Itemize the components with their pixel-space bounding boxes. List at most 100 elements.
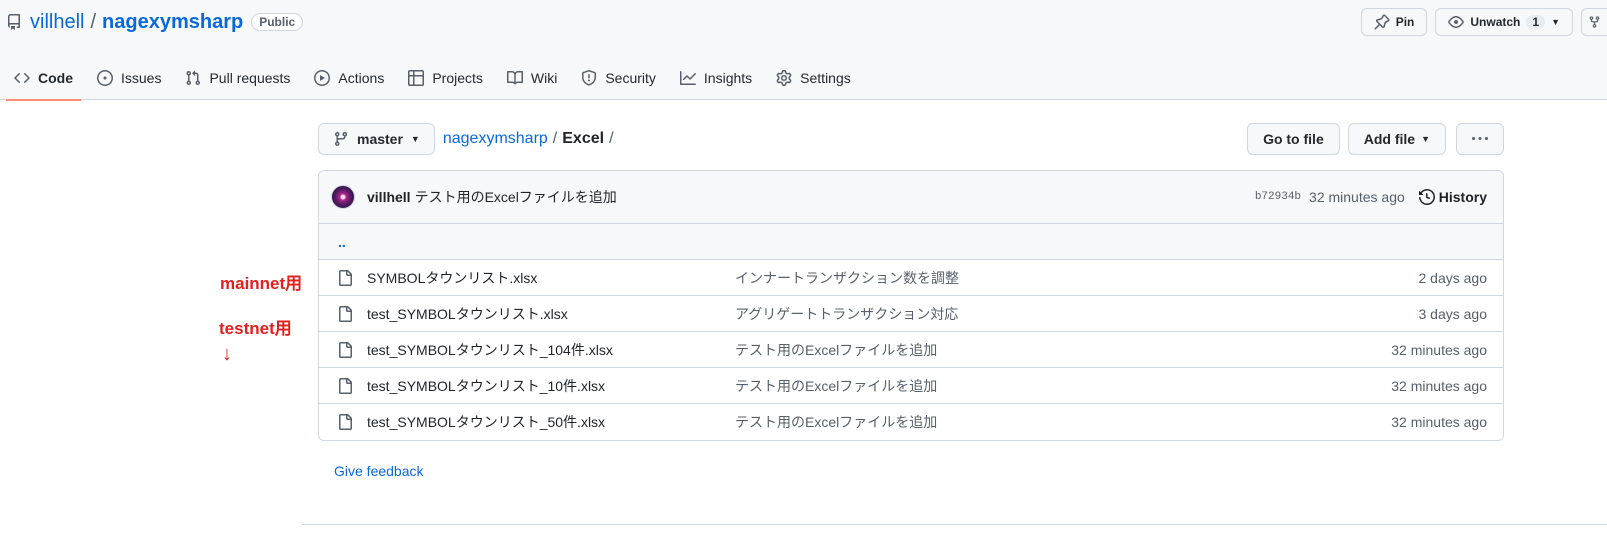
commit-meta: b72934b 32 minutes ago History xyxy=(1255,189,1487,205)
repo-owner-link[interactable]: villhell xyxy=(30,11,84,34)
code-icon xyxy=(14,72,30,84)
branch-name: master xyxy=(357,131,403,147)
commit-author[interactable]: villhell xyxy=(367,189,411,205)
testnet-annotation: testnet用 xyxy=(219,319,292,338)
tab-label: Actions xyxy=(338,70,385,86)
table-row: test_SYMBOLタウンリスト_10件.xlsx テスト用のExcelファイル… xyxy=(319,368,1503,404)
tab-label: Code xyxy=(38,70,73,86)
latest-commit: villhell テスト用のExcelファイルを追加 b72934b 32 mi… xyxy=(319,171,1503,224)
file-icon xyxy=(337,377,353,394)
breadcrumb-separator: / xyxy=(552,130,558,147)
tab-pull-requests[interactable]: Pull requests xyxy=(177,56,298,100)
tab-security[interactable]: Security xyxy=(573,56,664,100)
file-commit-date: 32 minutes ago xyxy=(1391,341,1487,358)
unwatch-label: Unwatch xyxy=(1470,15,1521,29)
down-arrow-annotation: ↓ xyxy=(222,343,232,365)
pin-label: Pin xyxy=(1395,15,1415,29)
file-commit-message-link[interactable]: インナートランザクション数を調整 xyxy=(735,268,959,288)
tab-label: Wiki xyxy=(530,70,558,86)
commit-message[interactable]: テスト用のExcelファイルを追加 xyxy=(415,187,617,207)
tab-code[interactable]: Code xyxy=(6,56,81,101)
file-actions: Go to file Add file ▼ xyxy=(1247,123,1504,155)
mainnet-annotation: mainnet用 xyxy=(220,274,303,293)
watch-counter: 1 xyxy=(1526,15,1546,29)
branch-select-button[interactable]: master ▼ xyxy=(318,123,435,155)
file-list: villhell テスト用のExcelファイルを追加 b72934b 32 mi… xyxy=(318,170,1504,441)
file-commit-message-link[interactable]: テスト用のExcelファイルを追加 xyxy=(735,412,937,432)
pin-button[interactable]: Pin xyxy=(1360,8,1428,36)
graph-icon xyxy=(679,71,696,85)
repo-title: villhell / nagexymsharp Public xyxy=(6,9,304,35)
header-actions: Pin Unwatch 1 ▼ xyxy=(1360,8,1607,36)
avatar[interactable] xyxy=(331,185,355,209)
branch-icon xyxy=(334,132,347,147)
pull-request-icon xyxy=(186,70,201,86)
file-commit-message-link[interactable]: テスト用のExcelファイルを追加 xyxy=(735,340,937,360)
table-row: test_SYMBOLタウンリスト_50件.xlsx テスト用のExcelファイル… xyxy=(319,404,1503,440)
commit-time: 32 minutes ago xyxy=(1309,189,1405,205)
file-icon xyxy=(337,305,353,322)
file-icon xyxy=(337,269,353,286)
tab-settings[interactable]: Settings xyxy=(768,56,859,100)
history-link[interactable]: History xyxy=(1418,189,1487,205)
file-name-link[interactable]: SYMBOLタウンリスト.xlsx xyxy=(367,268,735,288)
repo-slash: / xyxy=(90,10,97,33)
file-name-link[interactable]: test_SYMBOLタウンリスト_104件.xlsx xyxy=(367,340,735,360)
repo-name-link[interactable]: nagexymsharp xyxy=(102,11,243,34)
caret-down-icon: ▼ xyxy=(1551,17,1560,27)
issue-icon xyxy=(97,70,113,86)
go-to-file-button[interactable]: Go to file xyxy=(1247,123,1340,155)
breadcrumb-trailing-separator: / xyxy=(609,130,614,147)
tab-label: Settings xyxy=(800,70,851,86)
add-file-label: Add file xyxy=(1363,131,1416,147)
caret-down-icon: ▼ xyxy=(1421,134,1430,144)
parent-directory-link[interactable]: .. xyxy=(319,224,1503,260)
divider xyxy=(302,524,1607,525)
caret-down-icon: ▼ xyxy=(410,134,420,144)
file-icon xyxy=(337,341,353,358)
table-row: test_SYMBOLタウンリスト_104件.xlsx テスト用のExcelファイ… xyxy=(319,332,1503,368)
file-commit-date: 3 days ago xyxy=(1418,305,1488,322)
tab-wiki[interactable]: Wiki xyxy=(499,56,565,100)
repo-header: villhell / nagexymsharp Public Pin Unwat… xyxy=(0,0,1607,101)
file-commit-date: 32 minutes ago xyxy=(1391,377,1487,394)
file-name-link[interactable]: test_SYMBOLタウンリスト_10件.xlsx xyxy=(367,376,735,396)
file-icon xyxy=(337,414,353,430)
add-file-button[interactable]: Add file ▼ xyxy=(1347,123,1446,155)
breadcrumb: nagexymsharp / Excel / xyxy=(443,130,614,148)
breadcrumb-current: Excel xyxy=(562,130,605,147)
history-icon xyxy=(1418,189,1435,205)
file-commit-message-link[interactable]: アグリゲートトランザクション対応 xyxy=(735,304,958,324)
history-label: History xyxy=(1438,189,1487,205)
tab-insights[interactable]: Insights xyxy=(672,56,760,100)
tab-label: Issues xyxy=(121,70,162,86)
file-commit-date: 32 minutes ago xyxy=(1391,414,1487,430)
breadcrumb-root-link[interactable]: nagexymsharp xyxy=(443,130,548,148)
table-icon xyxy=(408,70,425,86)
file-commit-message-link[interactable]: テスト用のExcelファイルを追加 xyxy=(735,376,937,396)
commit-sha[interactable]: b72934b xyxy=(1255,191,1301,203)
give-feedback-link[interactable]: Give feedback xyxy=(334,463,424,479)
tab-label: Security xyxy=(605,70,656,86)
file-commit-date: 2 days ago xyxy=(1418,269,1488,286)
unwatch-button[interactable]: Unwatch 1 ▼ xyxy=(1435,8,1573,36)
repo-icon xyxy=(6,14,22,30)
more-options-button[interactable] xyxy=(1456,123,1504,155)
gear-icon xyxy=(776,70,792,86)
tab-label: Insights xyxy=(703,70,753,86)
tab-projects[interactable]: Projects xyxy=(400,56,491,100)
file-name-link[interactable]: test_SYMBOLタウンリスト.xlsx xyxy=(367,304,735,324)
fork-button[interactable] xyxy=(1581,8,1607,36)
file-name-link[interactable]: test_SYMBOLタウンリスト_50件.xlsx xyxy=(367,412,735,432)
table-row: SYMBOLタウンリスト.xlsx インナートランザクション数を調整 2 days … xyxy=(319,260,1503,296)
tab-issues[interactable]: Issues xyxy=(89,56,169,100)
tab-actions[interactable]: Actions xyxy=(306,56,392,100)
tab-label: Pull requests xyxy=(209,70,291,86)
visibility-badge: Public xyxy=(251,13,304,31)
eye-icon xyxy=(1448,16,1465,28)
play-icon xyxy=(314,70,331,86)
table-row: test_SYMBOLタウンリスト.xlsx アグリゲートトランザクション対応 3 … xyxy=(319,296,1503,332)
fork-icon xyxy=(1589,16,1600,28)
tab-label: Projects xyxy=(432,70,483,86)
shield-icon xyxy=(582,70,597,86)
